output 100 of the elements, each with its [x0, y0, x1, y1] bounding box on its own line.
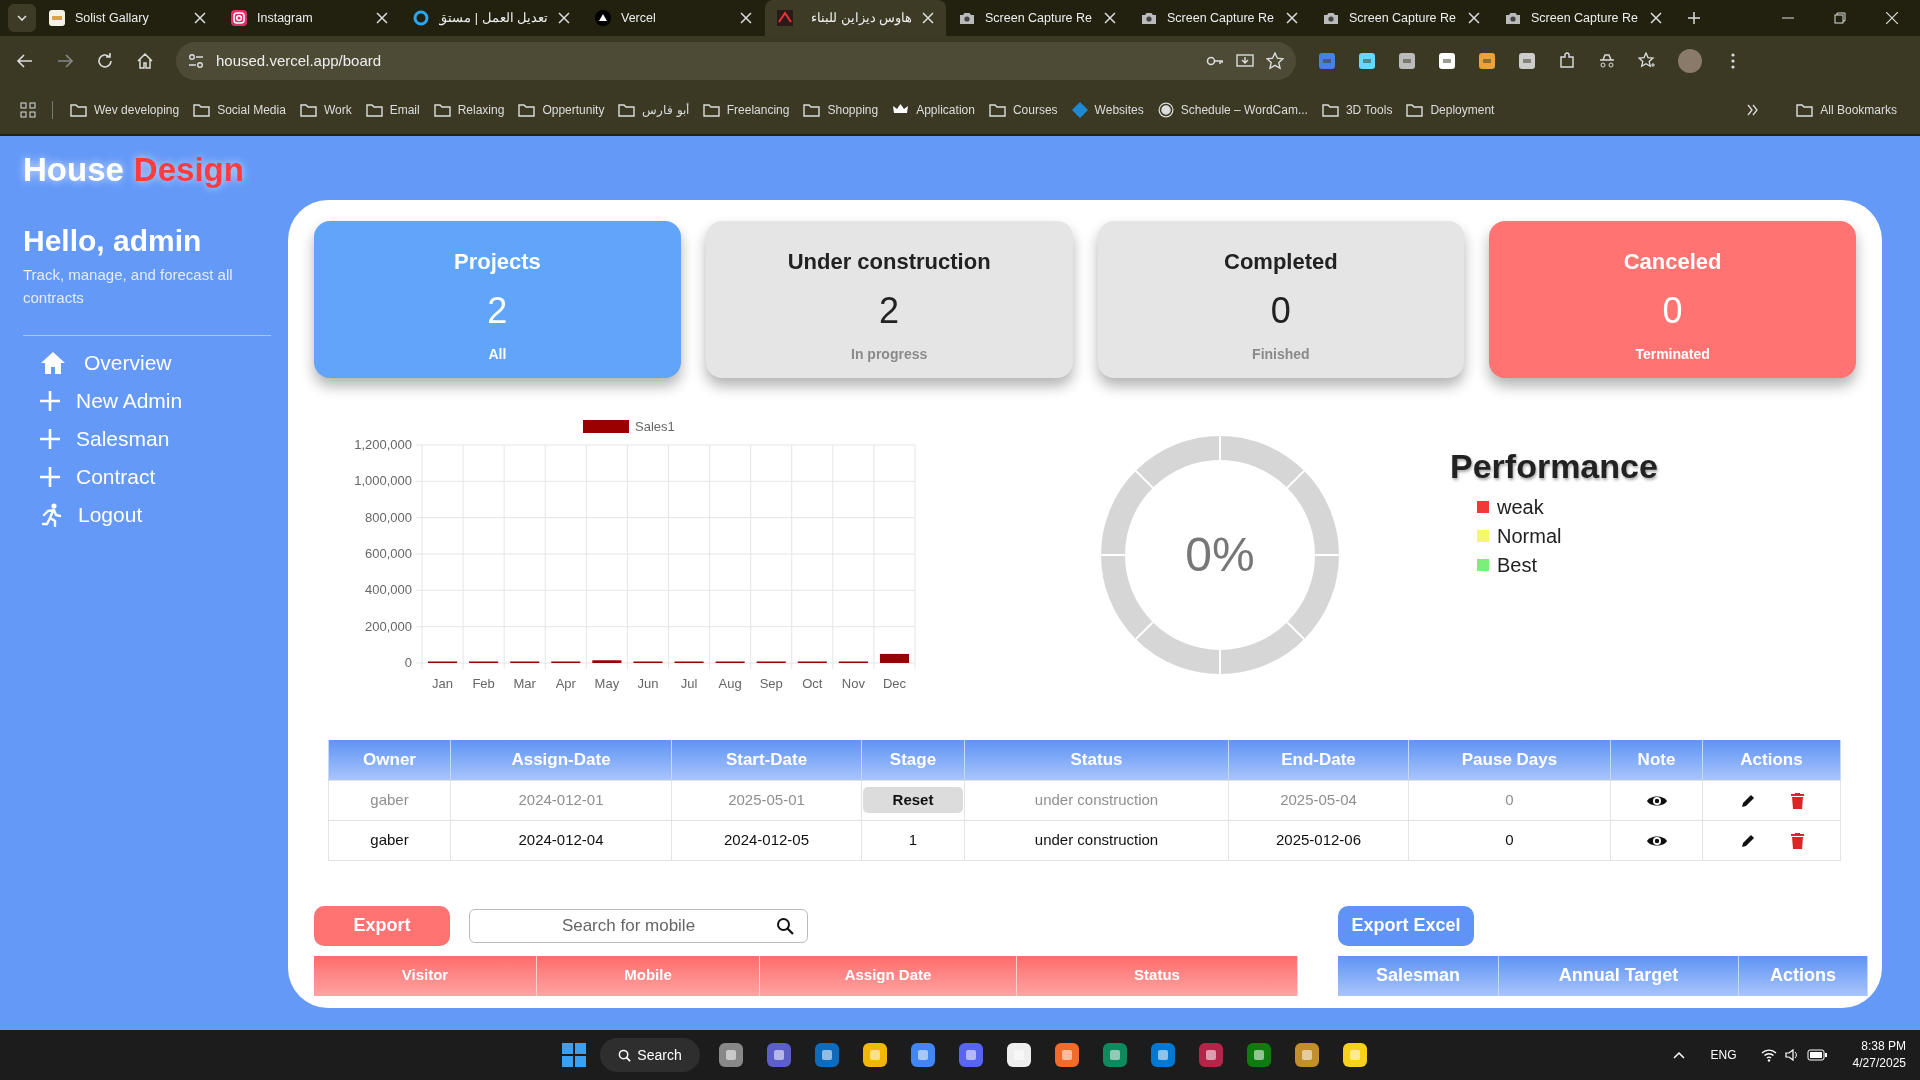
- close-icon[interactable]: [376, 12, 388, 24]
- browser-tab[interactable]: Screen Capture Re: [1129, 0, 1310, 36]
- app-icon[interactable]: [1054, 1042, 1080, 1068]
- browser-tab[interactable]: Solist Gallary: [37, 0, 218, 36]
- back-icon[interactable]: [16, 52, 34, 70]
- app-icon[interactable]: [958, 1042, 984, 1068]
- app-icon[interactable]: [1150, 1042, 1176, 1068]
- column-header: Pause Days: [1408, 740, 1611, 780]
- apps-icon[interactable]: [20, 102, 36, 118]
- close-icon[interactable]: [1886, 12, 1898, 24]
- close-icon[interactable]: [740, 12, 752, 24]
- bookmark-item[interactable]: Application: [885, 96, 982, 124]
- bookmark-item[interactable]: Work: [292, 96, 359, 124]
- extension-icon[interactable]: [1518, 52, 1536, 70]
- puzzle-icon[interactable]: [1558, 52, 1576, 70]
- bookmark-item[interactable]: Courses: [981, 96, 1065, 124]
- trash-icon[interactable]: [1790, 832, 1804, 849]
- bookmark-item[interactable]: All Bookmarks: [1789, 96, 1904, 124]
- bookmark-item[interactable]: Relaxing: [426, 96, 512, 124]
- app-icon[interactable]: [1102, 1042, 1128, 1068]
- bookmark-item[interactable]: أبو فارس: [611, 96, 696, 124]
- extension-icon[interactable]: [1478, 52, 1496, 70]
- app-icon[interactable]: [718, 1042, 744, 1068]
- wifi-icon[interactable]: [1760, 1048, 1777, 1062]
- site-settings-icon[interactable]: [188, 53, 204, 69]
- windows-icon[interactable]: [562, 1043, 586, 1067]
- table-cell: under construction: [964, 820, 1229, 860]
- close-icon[interactable]: [1650, 12, 1662, 24]
- volume-icon[interactable]: [1784, 1048, 1799, 1062]
- reset-button[interactable]: Reset: [863, 787, 963, 813]
- x-axis-label: Jan: [432, 676, 454, 691]
- table-cell: gaber: [328, 780, 451, 820]
- more-bookmarks-icon[interactable]: [1747, 104, 1760, 116]
- forward-icon[interactable]: [56, 52, 74, 70]
- app-icon[interactable]: [1246, 1042, 1272, 1068]
- running-person-icon: [40, 503, 62, 527]
- table-cell: 2024-012-05: [671, 820, 862, 860]
- app-icon[interactable]: [1198, 1042, 1224, 1068]
- app-icon[interactable]: [766, 1042, 792, 1068]
- bookmark-item[interactable]: Oppertunity: [511, 96, 612, 124]
- bookmark-item[interactable]: Social Media: [186, 96, 293, 124]
- tab-list-button[interactable]: [8, 4, 36, 32]
- close-icon[interactable]: [558, 12, 570, 24]
- extension-icon[interactable]: [1438, 52, 1456, 70]
- chevron-down-icon[interactable]: [17, 15, 27, 21]
- bookmark-item[interactable]: Schedule – WordCam...: [1150, 96, 1315, 124]
- bookmark-item[interactable]: Shopping: [796, 96, 886, 124]
- y-axis-label: 1,000,000: [354, 473, 412, 489]
- profile-avatar[interactable]: [1678, 49, 1702, 73]
- browser-tab[interactable]: Instagram: [219, 0, 400, 36]
- taskbar-search[interactable]: Search: [600, 1038, 700, 1072]
- search-field[interactable]: Search for mobile: [469, 908, 808, 943]
- column-header: Start-Date: [671, 740, 862, 780]
- bookmark-item[interactable]: Wev developing: [63, 96, 187, 124]
- x-axis-label: Jul: [680, 676, 698, 691]
- pencil-icon[interactable]: [1739, 792, 1756, 809]
- app-icon[interactable]: [814, 1042, 840, 1068]
- battery-icon[interactable]: [1806, 1049, 1827, 1061]
- reload-icon[interactable]: [96, 52, 114, 70]
- app-icon[interactable]: [1294, 1042, 1320, 1068]
- pencil-icon[interactable]: [1739, 832, 1756, 849]
- app-icon[interactable]: [1342, 1042, 1368, 1068]
- clock-date[interactable]: 4/27/2025: [1852, 1055, 1906, 1072]
- browser-tab[interactable]: هاوس ديزاين للبناء: [765, 0, 946, 36]
- card-title: Projects: [453, 248, 541, 276]
- app-icon[interactable]: [910, 1042, 936, 1068]
- close-icon[interactable]: [1104, 12, 1116, 24]
- clock-time[interactable]: 8:38 PM: [1861, 1038, 1906, 1055]
- folder-icon: [365, 103, 383, 117]
- close-icon[interactable]: [1468, 12, 1480, 24]
- app-icon[interactable]: [1006, 1042, 1032, 1068]
- extension-icon[interactable]: [1398, 52, 1416, 70]
- close-icon[interactable]: [194, 12, 206, 24]
- extension-icon[interactable]: [1358, 52, 1376, 70]
- address-bar[interactable]: housed.vercel.app/board: [176, 42, 1296, 80]
- bookmark-item[interactable]: Email: [358, 96, 427, 124]
- browser-tab[interactable]: Screen Capture Re: [1311, 0, 1492, 36]
- bookmark-item[interactable]: 3D Tools: [1314, 96, 1400, 124]
- browser-tab[interactable]: Screen Capture Re: [1493, 0, 1674, 36]
- browser-tab[interactable]: Screen Capture Re: [947, 0, 1128, 36]
- favorites-icon[interactable]: [1638, 52, 1656, 70]
- install-icon[interactable]: [1236, 52, 1254, 70]
- trash-icon[interactable]: [1790, 792, 1804, 809]
- card-title: Canceled: [1623, 248, 1722, 276]
- app-icon[interactable]: [862, 1042, 888, 1068]
- bookmark-item[interactable]: Freelancing: [695, 96, 797, 124]
- restore-icon[interactable]: [1834, 12, 1846, 24]
- language-indicator[interactable]: ENG: [1710, 1046, 1737, 1064]
- close-icon[interactable]: [1286, 12, 1298, 24]
- card-title: Under construction: [787, 248, 991, 276]
- incognito-icon[interactable]: [1598, 52, 1616, 70]
- browser-tab[interactable]: Vercel: [583, 0, 764, 36]
- chevron-up-icon[interactable]: [1672, 1051, 1685, 1059]
- star-icon[interactable]: [1266, 52, 1284, 70]
- new-tab-icon[interactable]: [1688, 12, 1700, 24]
- bookmark-item[interactable]: Deployment: [1399, 96, 1502, 124]
- card-caption: Terminated: [1635, 345, 1710, 364]
- bookmark-item[interactable]: Websites: [1064, 96, 1151, 124]
- home-icon[interactable]: [136, 52, 154, 70]
- close-icon[interactable]: [922, 12, 934, 24]
